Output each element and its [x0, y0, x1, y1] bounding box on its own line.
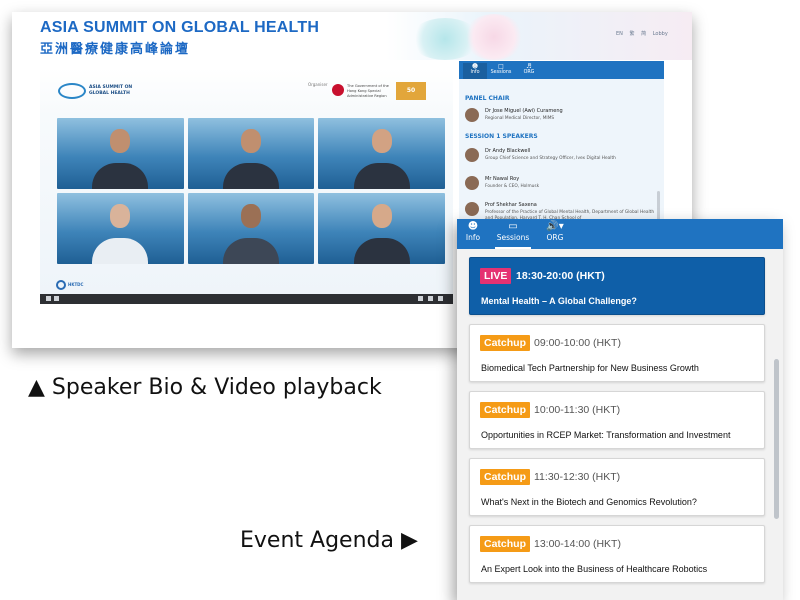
speaker-title: Group Chief Science and Strategy Officer… [485, 156, 616, 161]
session-title: Opportunities in RCEP Market: Transforma… [481, 430, 731, 440]
tab-info-label: Info [465, 233, 481, 242]
partner-logo: 50 [396, 82, 426, 100]
speaker-video-tile [318, 118, 445, 189]
hktdc-logo-text: HKTDC [68, 282, 84, 287]
session-time: 09:00-10:00 (HKT) [534, 337, 621, 349]
speaker-name: Prof Shekhar Saxena [485, 202, 537, 208]
panel-chair-heading: PANEL CHAIR [465, 95, 510, 102]
bio-tab-bar: ☻ Info □ Sessions ♬ ORG [459, 61, 664, 79]
audio-icon: 🔊▾ [546, 221, 564, 232]
speaker-name: Mr Nawal Roy [485, 176, 520, 182]
bio-tab-org-label: ORG [523, 70, 535, 75]
lang-sc-link[interactable]: 简 [641, 31, 646, 37]
avatar [465, 202, 479, 216]
speaker-entry[interactable]: Dr Andy Blackwell Group Chief Science an… [465, 145, 655, 171]
agenda-tab-bar: ☻ Info ▭ Sessions 🔊▾ ORG [457, 219, 783, 249]
event-title-en: ASIA SUMMIT ON GLOBAL HEALTH [40, 19, 320, 36]
video-controls [40, 294, 453, 304]
hksar-logo: The Government of the Hong Kong Special … [332, 84, 390, 99]
session-card[interactable]: Catchup 13:00-14:00 (HKT) An Expert Look… [469, 525, 765, 583]
bio-tab-info[interactable]: ☻ Info [463, 63, 487, 79]
play-icon[interactable] [46, 296, 51, 301]
speaker-video-tile [57, 118, 184, 189]
catchup-badge: Catchup [480, 335, 530, 351]
session-title: What's Next in the Biotech and Genomics … [481, 497, 697, 507]
session-time: 18:30-20:00 (HKT) [516, 270, 605, 282]
speaker-video-tile [57, 193, 184, 264]
event-title-zh: 亞洲醫療健康高峰論壇 [40, 42, 191, 57]
video-player[interactable]: ASIA SUMMIT ON GLOBAL HEALTH Organiser T… [40, 68, 453, 304]
speaker-video-tile [187, 118, 315, 189]
live-badge: LIVE [480, 268, 512, 284]
avatar [465, 108, 479, 122]
settings-icon[interactable] [428, 296, 433, 301]
bio-tab-sessions-label: Sessions [490, 70, 512, 75]
speaker-name: Dr Andy Blackwell [485, 148, 531, 154]
header-decoration [464, 14, 524, 60]
session-title: An Expert Look into the Business of Heal… [481, 564, 708, 574]
speaker-video-tile [318, 193, 445, 264]
catchup-badge: Catchup [480, 469, 530, 485]
tab-org-label: ORG [546, 233, 564, 242]
event-agenda-panel: ☻ Info ▭ Sessions 🔊▾ ORG LIVE 18:30-20:0… [457, 219, 783, 600]
caption-event-agenda: Event Agenda ▶ [240, 528, 418, 553]
agenda-scrollbar[interactable] [774, 359, 779, 519]
speaker-entry[interactable]: Dr Jose Miguel (Awi) Curameng Regional M… [465, 105, 655, 131]
event-header: ASIA SUMMIT ON GLOBAL HEALTH 亞洲醫療健康高峰論壇 … [12, 12, 692, 60]
bio-tab-info-label: Info [470, 70, 480, 75]
bio-tab-org[interactable]: ♬ ORG [517, 63, 541, 76]
catchup-badge: Catchup [480, 536, 530, 552]
tab-sessions[interactable]: ▭ Sessions [491, 221, 535, 249]
session-time: 11:30-12:30 (HKT) [534, 471, 621, 483]
session-card[interactable]: Catchup 11:30-12:30 (HKT) What's Next in… [469, 458, 765, 516]
session-speakers-heading: SESSION 1 SPEAKERS [465, 133, 538, 140]
speaker-name: Dr Jose Miguel (Awi) Curameng [485, 108, 563, 114]
tab-sessions-label: Sessions [496, 233, 530, 242]
lobby-link[interactable]: Lobby [653, 31, 668, 37]
info-icon: ☻ [471, 63, 479, 70]
session-card-live[interactable]: LIVE 18:30-20:00 (HKT) Mental Health – A… [469, 257, 765, 315]
fullscreen-icon[interactable] [438, 296, 443, 301]
monitor-icon: ▭ [508, 221, 518, 232]
speaker-title: Regional Medical Director, MIMS [485, 116, 555, 121]
header-links: EN 繁 简 Lobby [616, 30, 673, 37]
speaker-entry[interactable]: Mr Nawal Roy Founder & CEO, Holmusk [465, 173, 655, 199]
hktdc-logo: HKTDC [56, 280, 94, 292]
session-title: Mental Health – A Global Challenge? [481, 296, 637, 306]
tab-org[interactable]: 🔊▾ ORG [539, 221, 571, 247]
session-title: Biomedical Tech Partnership for New Busi… [481, 363, 699, 373]
catchup-badge: Catchup [480, 402, 530, 418]
tab-info[interactable]: ☻ Info [459, 221, 487, 247]
hksar-text: The Government of the Hong Kong Special … [347, 84, 389, 98]
summit-logo-text: ASIA SUMMIT ON GLOBAL HEALTH [89, 84, 133, 96]
session-card[interactable]: Catchup 09:00-10:00 (HKT) Biomedical Tec… [469, 324, 765, 382]
session-time: 13:00-14:00 (HKT) [534, 538, 621, 550]
organiser-label: Organiser [308, 82, 328, 87]
avatar [465, 176, 479, 190]
active-tab-indicator [495, 247, 531, 249]
lang-en-link[interactable]: EN [616, 31, 623, 37]
pip-icon[interactable] [418, 296, 423, 301]
summit-logo: ASIA SUMMIT ON GLOBAL HEALTH [58, 80, 149, 99]
bio-tab-sessions[interactable]: □ Sessions [489, 63, 513, 76]
audio-icon: ♬ [526, 63, 532, 70]
speaker-title: Founder & CEO, Holmusk [485, 184, 540, 189]
session-card[interactable]: Catchup 10:00-11:30 (HKT) Opportunities … [469, 391, 765, 449]
monitor-icon: □ [498, 63, 504, 70]
caption-speaker-bio: ▲ Speaker Bio & Video playback [28, 375, 382, 400]
speaker-video-tile [187, 193, 315, 264]
avatar [465, 148, 479, 162]
bauhinia-icon [332, 84, 344, 96]
lang-tc-link[interactable]: 繁 [630, 31, 635, 37]
volume-icon[interactable] [54, 296, 59, 301]
info-icon: ☻ [467, 221, 479, 232]
session-time: 10:00-11:30 (HKT) [534, 404, 621, 416]
speaker-video-grid [57, 118, 445, 264]
